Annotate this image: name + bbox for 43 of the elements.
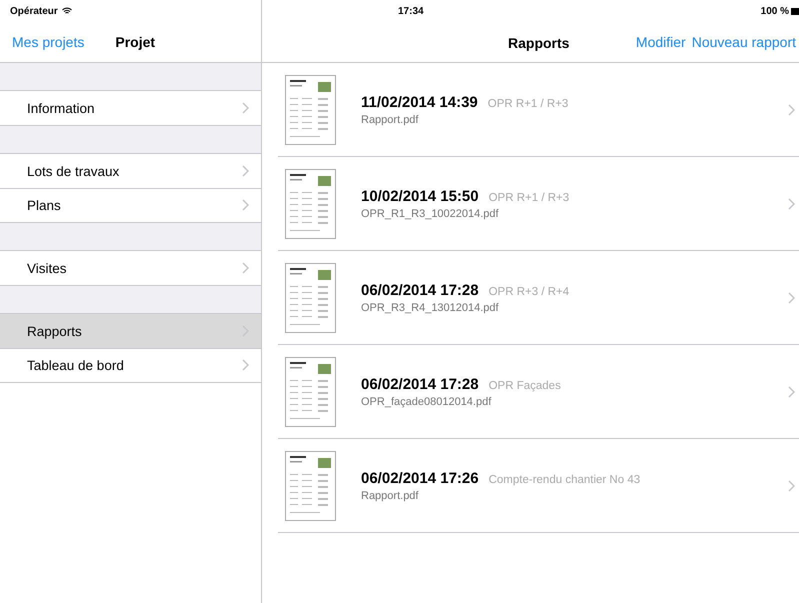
- report-date: 06/02/2014 17:28: [361, 282, 479, 298]
- battery-icon: [791, 8, 799, 14]
- pdf-thumbnail-drawing: [285, 262, 336, 332]
- report-date: 10/02/2014 15:50: [361, 188, 479, 204]
- pdf-thumbnail-drawing: [285, 450, 336, 520]
- page-title: Rapports: [508, 35, 570, 51]
- report-name: OPR R+1 / R+3: [488, 192, 570, 204]
- report-row[interactable]: 06/02/2014 17:26 Compte-rendu chantier No 43 Rapport.pdf: [278, 439, 799, 533]
- sidebar-title: Projet: [115, 34, 156, 50]
- file-name: Rapport.pdf: [361, 490, 420, 502]
- chevron-icon: [788, 386, 795, 398]
- carrier-label: Opérateur: [10, 6, 58, 16]
- report-name: OPR Façades: [488, 380, 561, 392]
- pdf-thumbnail-drawing: [285, 168, 336, 238]
- chevron-icon: [242, 262, 249, 274]
- report-row[interactable]: 06/02/2014 17:28 OPR Façades OPR_façade08012014.pdf: [278, 345, 799, 439]
- report-date: 06/02/2014 17:26: [361, 470, 479, 486]
- chevron-icon: [242, 359, 249, 371]
- chevron-icon: [788, 480, 795, 492]
- chevron-icon: [242, 165, 249, 177]
- file-name: OPR_R3_R4_13012014.pdf: [361, 302, 500, 314]
- sidebar-item[interactable]: Rapports: [0, 314, 261, 348]
- report-row[interactable]: 10/02/2014 15:50 OPR R+1 / R+3 OPR_R1_R3_10022014.pdf: [278, 157, 799, 251]
- file-name: Rapport.pdf: [361, 114, 420, 126]
- battery-label: 100 %: [760, 6, 789, 16]
- time-label: 17:34: [398, 6, 424, 16]
- report-name: OPR R+3 / R+4: [488, 286, 570, 298]
- chevron-icon: [788, 292, 795, 304]
- report-row[interactable]: 06/02/2014 17:28 OPR R+3 / R+4 OPR_R3_R4_13012014.pdf: [278, 251, 799, 345]
- file-name: OPR_R1_R3_10022014.pdf: [361, 208, 500, 220]
- chevron-icon: [242, 102, 249, 114]
- pdf-thumbnail-drawing: [285, 356, 336, 426]
- chevron-icon: [242, 199, 249, 211]
- pdf-thumbnail-drawing: [285, 74, 336, 144]
- wifi-icon: [62, 7, 72, 15]
- report-date: 06/02/2014 17:28: [361, 376, 479, 392]
- report-date: 11/02/2014 14:39: [361, 94, 478, 110]
- chevron-icon: [788, 198, 795, 210]
- report-name: OPR R+1 / R+3: [488, 98, 568, 110]
- report-name: Compte-rendu chantier No 43: [488, 474, 640, 486]
- file-name: OPR_façade08012014.pdf: [361, 396, 492, 408]
- report-row[interactable]: 11/02/2014 14:39 OPR R+1 / R+3 Rapport.pdf: [278, 63, 799, 157]
- chevron-icon: [788, 104, 795, 116]
